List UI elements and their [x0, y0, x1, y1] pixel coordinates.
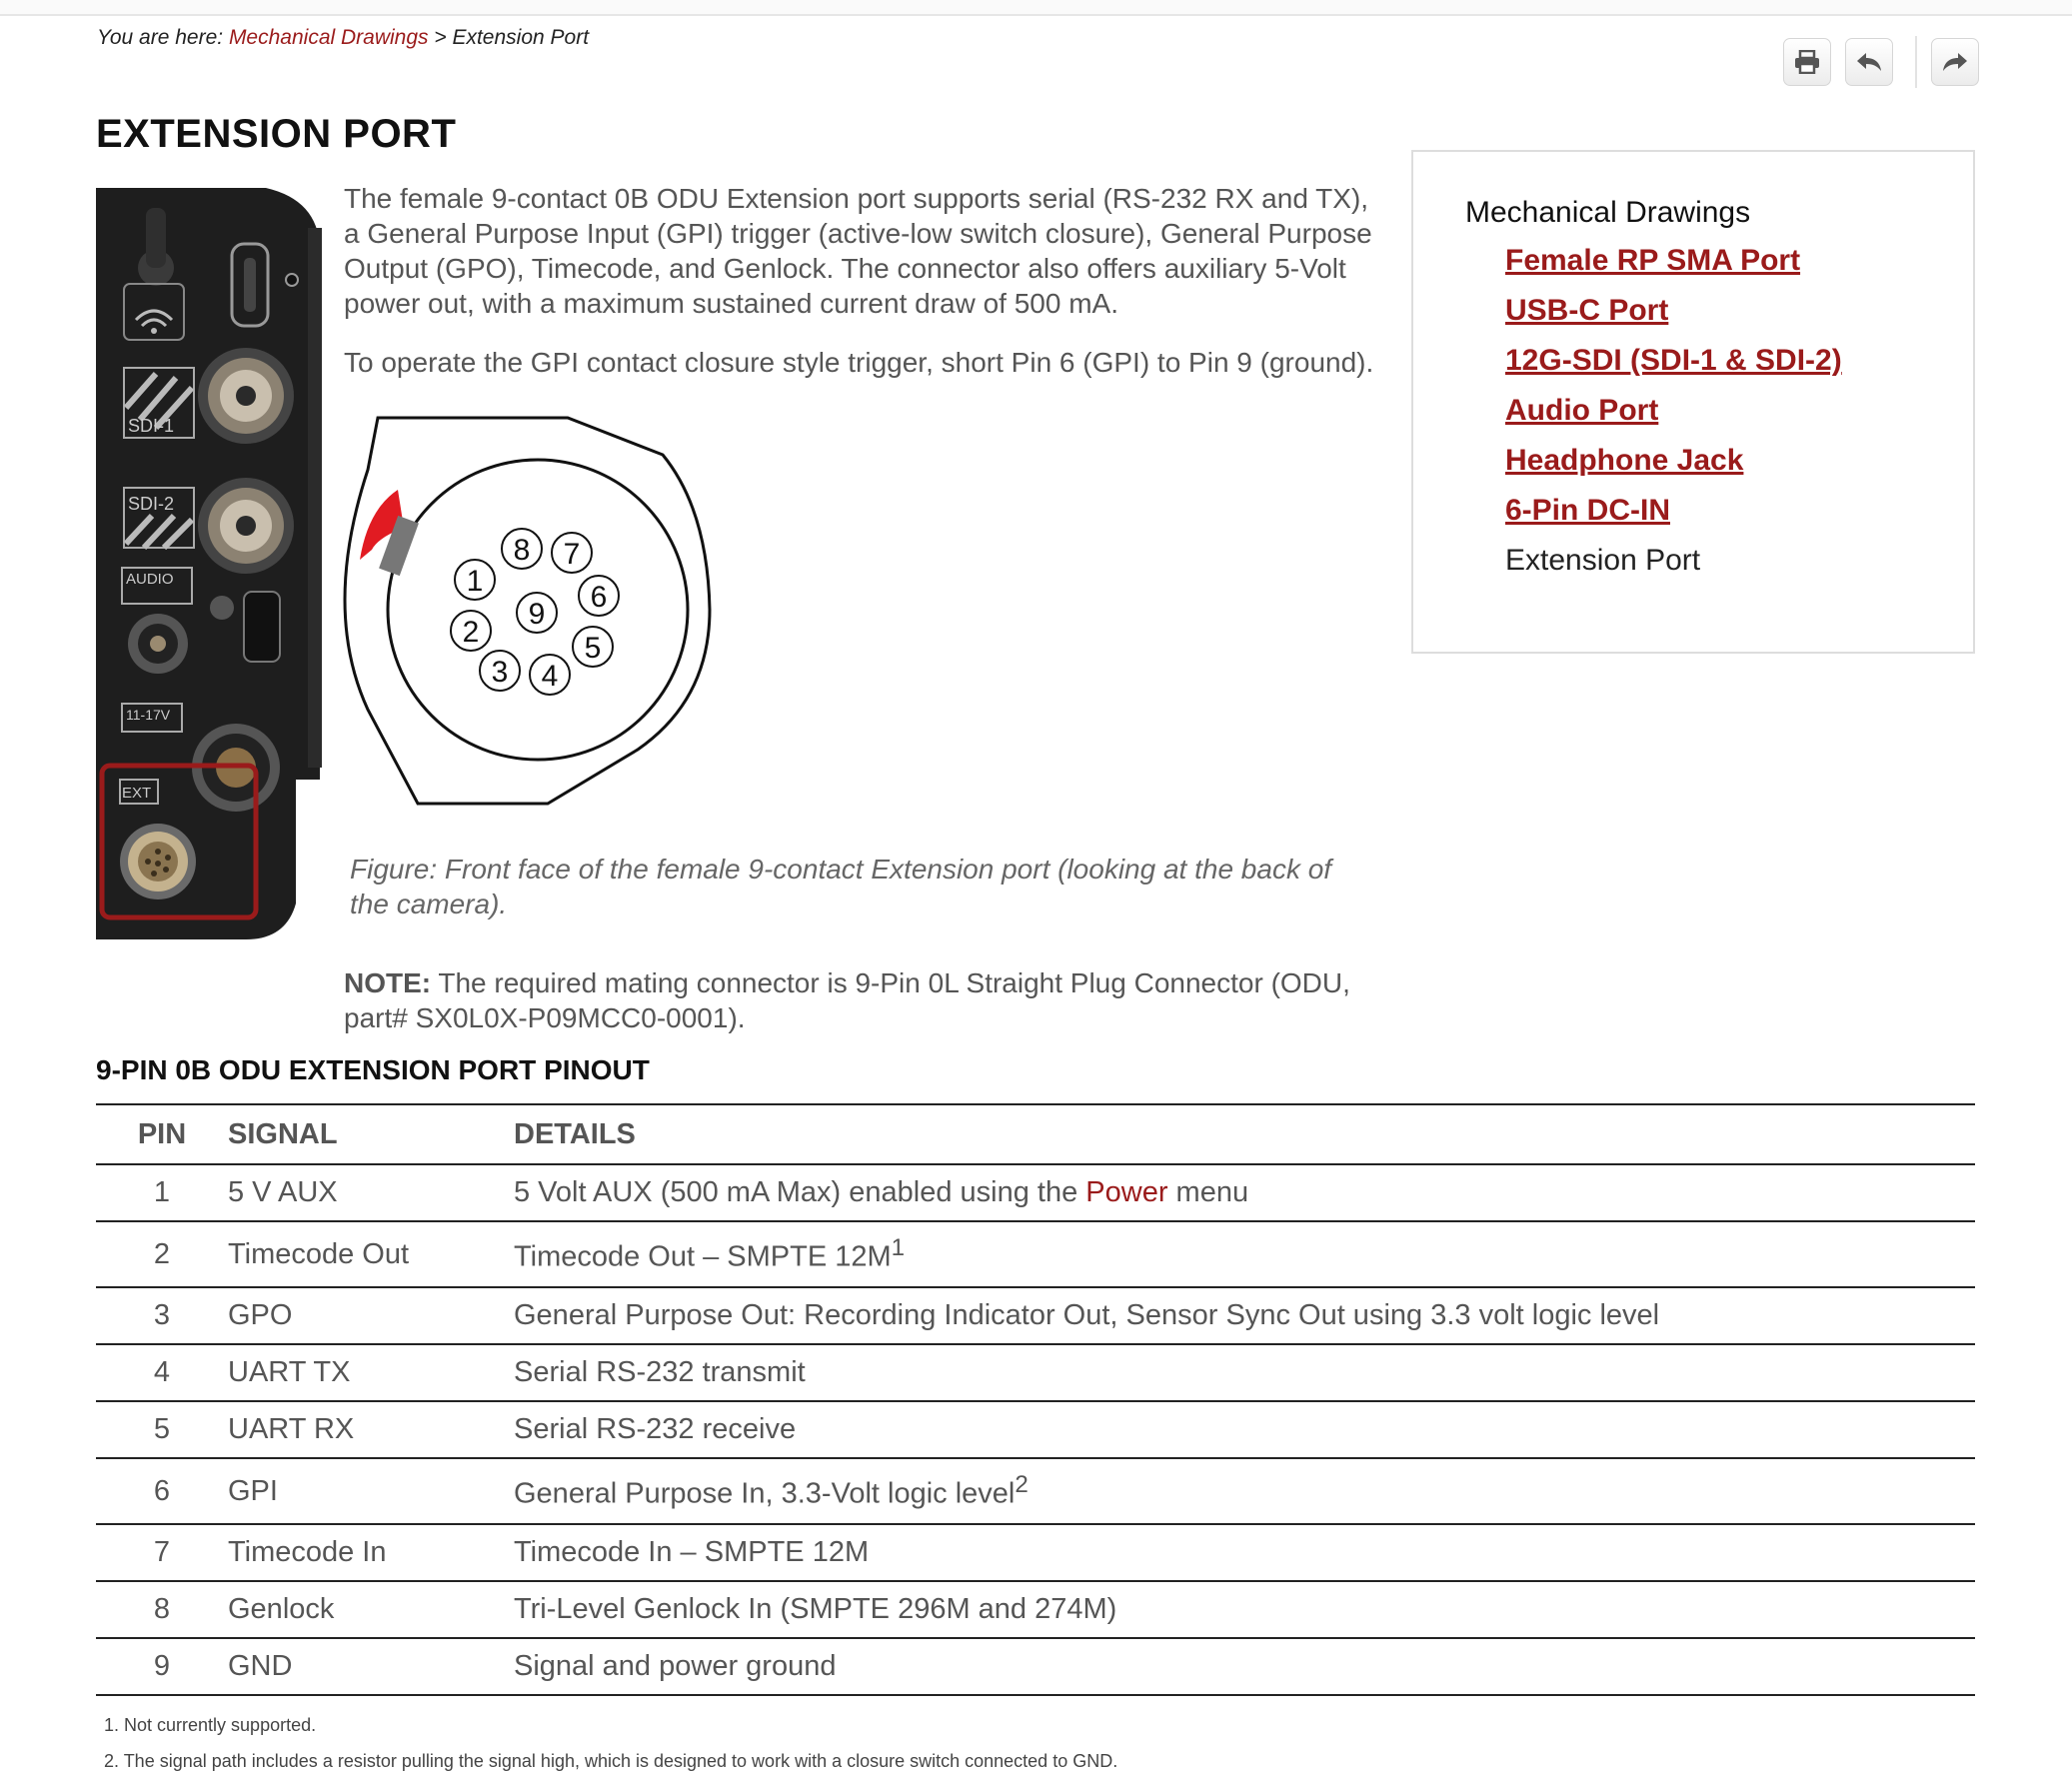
table-row: 7 Timecode In Timecode In – SMPTE 12M: [96, 1524, 1975, 1582]
signal-cell: UART RX: [228, 1401, 514, 1459]
signal-cell: Genlock: [228, 1581, 514, 1639]
sidebar-item-6-pin-dc-in[interactable]: 6-Pin DC-IN: [1505, 494, 1670, 528]
sidebar-item-headphone-jack[interactable]: Headphone Jack: [1505, 444, 1743, 478]
pin-cell: 9: [96, 1638, 228, 1696]
signal-cell: GND: [228, 1638, 514, 1696]
forward-button[interactable]: [1931, 38, 1979, 86]
sdi2-label: SDI-2: [128, 494, 174, 514]
column-header-details: DETAILS: [514, 1103, 1975, 1165]
table-row: 4 UART TX Serial RS-232 transmit: [96, 1344, 1975, 1402]
details-cell: Timecode Out – SMPTE 12M1: [514, 1221, 1975, 1288]
details-text: Timecode Out – SMPTE 12M: [514, 1240, 892, 1273]
details-cell: General Purpose In, 3.3-Volt logic level…: [514, 1458, 1975, 1525]
footnote-ref-1[interactable]: 1: [892, 1234, 905, 1261]
details-text: 5 Volt AUX (500 mA Max) enabled using th…: [514, 1176, 1086, 1208]
power-label: 11-17V: [126, 707, 171, 723]
forward-icon: [1943, 53, 1967, 71]
breadcrumb: You are here: Mechanical Drawings > Exte…: [97, 26, 589, 50]
details-cell: Timecode In – SMPTE 12M: [514, 1524, 1975, 1582]
footnote-2: 2. The signal path includes a resistor p…: [104, 1751, 1118, 1771]
pin-cell: 6: [96, 1458, 228, 1525]
signal-cell: Timecode Out: [228, 1221, 514, 1288]
details-cell: Serial RS-232 receive: [514, 1401, 1975, 1459]
pin-9-label: 9: [529, 598, 546, 631]
breadcrumb-separator: >: [428, 26, 453, 49]
pin-cell: 5: [96, 1401, 228, 1459]
pin-cell: 8: [96, 1581, 228, 1639]
pin-8-label: 8: [514, 534, 531, 567]
details-text: General Purpose In, 3.3-Volt logic level: [514, 1477, 1016, 1510]
page-title: EXTENSION PORT: [96, 112, 457, 156]
sidebar-title: Mechanical Drawings: [1465, 196, 1751, 229]
details-text-after: menu: [1167, 1176, 1249, 1208]
figure-caption: Figure: Front face of the female 9-conta…: [350, 854, 1332, 919]
pin-4-label: 4: [542, 660, 559, 693]
details-cell: General Purpose Out: Recording Indicator…: [514, 1287, 1975, 1345]
sdi1-label: SDI-1: [128, 416, 174, 436]
sidebar-item-female-rp-sma-port[interactable]: Female RP SMA Port: [1505, 244, 1800, 278]
sidebar-item-usb-c-port[interactable]: USB-C Port: [1505, 294, 1668, 328]
pinout-table: PIN SIGNAL DETAILS 1 5 V AUX 5 Volt AUX …: [96, 1103, 1975, 1696]
extension-port-diagram: 1 2 3 4 5 6 7 8 9: [343, 416, 712, 806]
table-row: 5 UART RX Serial RS-232 receive: [96, 1401, 1975, 1459]
toolbar-divider: [1915, 36, 1917, 88]
description-paragraph-2: To operate the GPI contact closure style…: [344, 347, 1374, 378]
reply-icon: [1857, 53, 1881, 71]
camera-side-image: SDI-1 SDI-2 AUDIO 11-17V EXT: [96, 188, 322, 939]
sidebar-nav: Mechanical Drawings Female RP SMA Port U…: [1411, 150, 1975, 654]
footnote-ref-2[interactable]: 2: [1015, 1471, 1028, 1498]
pin-5-label: 5: [585, 632, 602, 665]
print-icon: [1795, 50, 1819, 74]
table-row: 2 Timecode Out Timecode Out – SMPTE 12M1: [96, 1221, 1975, 1288]
details-cell: Signal and power ground: [514, 1638, 1975, 1696]
page-toolbar: [1783, 36, 1993, 88]
pin-3-label: 3: [492, 656, 509, 689]
sidebar-item-12g-sdi[interactable]: 12G-SDI (SDI-1 & SDI-2): [1505, 344, 1842, 378]
pin-cell: 3: [96, 1287, 228, 1345]
audio-label: AUDIO: [126, 571, 174, 588]
pin-1-label: 1: [467, 565, 484, 598]
footnote-1: 1. Not currently supported.: [104, 1715, 317, 1735]
sidebar-item-audio-port[interactable]: Audio Port: [1505, 394, 1658, 428]
details-cell: Serial RS-232 transmit: [514, 1344, 1975, 1402]
power-menu-link[interactable]: Power: [1085, 1176, 1167, 1208]
note-text: The required mating connector is 9-Pin 0…: [344, 967, 1350, 1033]
pin-cell: 4: [96, 1344, 228, 1402]
pin-2-label: 2: [463, 616, 480, 649]
table-row: 1 5 V AUX 5 Volt AUX (500 mA Max) enable…: [96, 1164, 1975, 1222]
pin-7-label: 7: [564, 538, 581, 571]
signal-cell: UART TX: [228, 1344, 514, 1402]
note: NOTE: The required mating connector is 9…: [344, 965, 1383, 1035]
breadcrumb-prefix: You are here:: [97, 26, 229, 49]
table-header-row: PIN SIGNAL DETAILS: [96, 1103, 1975, 1165]
table-row: 6 GPI General Purpose In, 3.3-Volt logic…: [96, 1458, 1975, 1525]
print-button[interactable]: [1783, 38, 1831, 86]
column-header-signal: SIGNAL: [228, 1103, 514, 1165]
pinout-heading: 9-PIN 0B ODU EXTENSION PORT PINOUT: [96, 1054, 650, 1085]
pin-cell: 2: [96, 1221, 228, 1288]
pin-cell: 7: [96, 1524, 228, 1582]
description-paragraph-1: The female 9-contact 0B ODU Extension po…: [344, 183, 1372, 319]
signal-cell: GPI: [228, 1458, 514, 1525]
ext-label: EXT: [122, 785, 151, 802]
column-header-pin: PIN: [96, 1103, 228, 1165]
pin-cell: 1: [96, 1164, 228, 1222]
signal-cell: Timecode In: [228, 1524, 514, 1582]
signal-cell: GPO: [228, 1287, 514, 1345]
sidebar-item-extension-port: Extension Port: [1505, 544, 1701, 577]
details-cell: 5 Volt AUX (500 mA Max) enabled using th…: [514, 1164, 1975, 1222]
top-bar: [0, 0, 2072, 16]
breadcrumb-link-mechanical-drawings[interactable]: Mechanical Drawings: [229, 26, 429, 49]
back-button[interactable]: [1845, 38, 1893, 86]
table-row: 9 GND Signal and power ground: [96, 1638, 1975, 1696]
note-label: NOTE:: [344, 967, 432, 998]
details-cell: Tri-Level Genlock In (SMPTE 296M and 274…: [514, 1581, 1975, 1639]
description: The female 9-contact 0B ODU Extension po…: [344, 181, 1383, 404]
signal-cell: 5 V AUX: [228, 1164, 514, 1222]
breadcrumb-current: Extension Port: [452, 26, 590, 49]
table-row: 3 GPO General Purpose Out: Recording Ind…: [96, 1287, 1975, 1345]
pin-6-label: 6: [591, 581, 608, 614]
table-row: 8 Genlock Tri-Level Genlock In (SMPTE 29…: [96, 1581, 1975, 1639]
